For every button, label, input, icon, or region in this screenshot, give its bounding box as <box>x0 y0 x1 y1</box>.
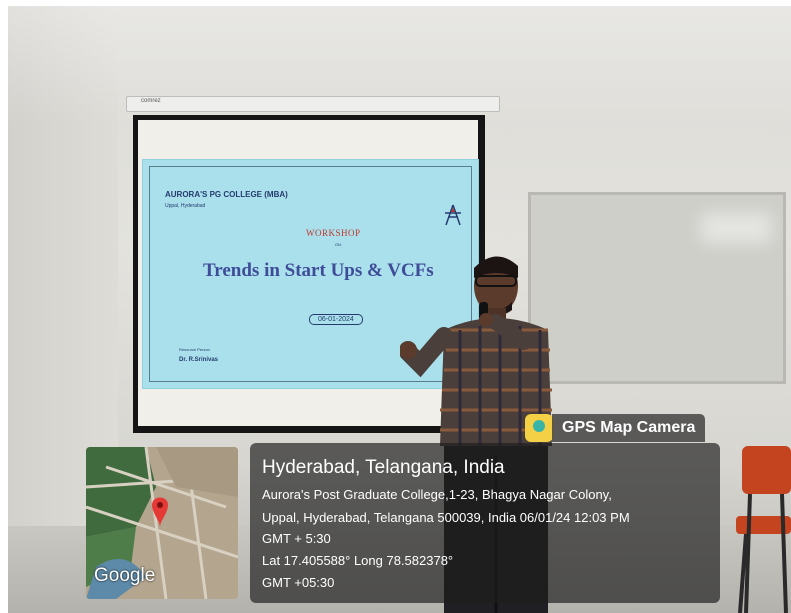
slide-date: 06-01-2024 <box>309 314 363 325</box>
gps-brand-label: GPS Map Camera <box>552 414 706 442</box>
coordinates: Lat 17.405588° Long 78.582378° <box>262 553 454 568</box>
screen-brand-label: comrez <box>141 98 161 104</box>
slide-college-city: Uppal, Hyderabad <box>165 203 206 209</box>
gmt-offset-2: GMT +05:30 <box>262 575 335 590</box>
gps-pin-icon <box>533 420 545 432</box>
location-info-panel: Hyderabad, Telangana, India Aurora's Pos… <box>250 443 720 603</box>
slide-college-name: AURORA'S PG COLLEGE (MBA) <box>165 190 288 199</box>
chair <box>736 446 791 613</box>
projector-screen-housing: comrez <box>126 96 500 112</box>
slide-resource-name: Dr. R.Srinivas <box>179 357 219 363</box>
location-map-thumbnail: Google <box>86 447 238 599</box>
slide-on-label: ON <box>335 242 341 247</box>
map-provider-label: Google <box>94 565 156 586</box>
college-logo-icon <box>445 204 461 226</box>
slide-resource-label: Resource Person <box>179 347 210 352</box>
address-line-1: Aurora's Post Graduate College,1-23, Bha… <box>262 487 612 502</box>
address-line-2: Uppal, Hyderabad, Telangana 500039, Indi… <box>262 510 630 525</box>
gmt-offset: GMT + 5:30 <box>262 531 331 546</box>
whiteboard-glare <box>701 213 771 243</box>
gps-app-icon <box>525 414 553 442</box>
slide-workshop-label: WORKSHOP <box>306 228 361 238</box>
location-title: Hyderabad, Telangana, India <box>262 457 505 478</box>
whiteboard <box>528 192 786 384</box>
